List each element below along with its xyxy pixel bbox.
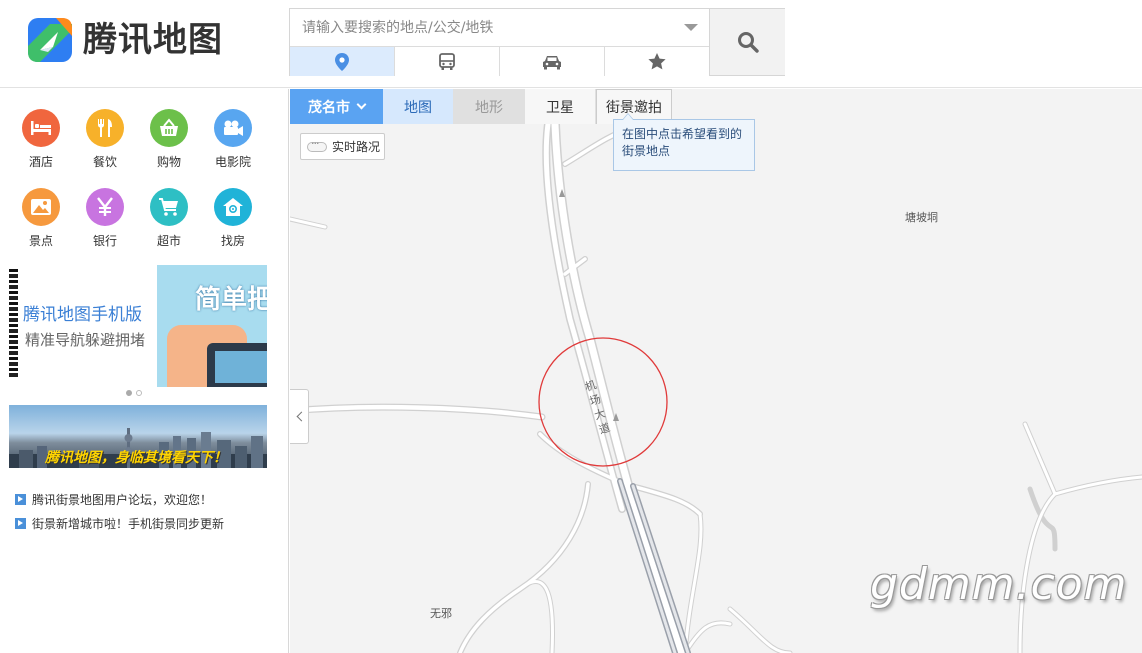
- category-label: 景点: [28, 234, 53, 248]
- bus-icon: [439, 52, 455, 70]
- category-label: 餐饮: [92, 155, 117, 169]
- tab-terrain-layer[interactable]: 地形: [454, 89, 525, 124]
- search-icon: [737, 32, 759, 53]
- news-item[interactable]: 腾讯街景地图用户论坛，欢迎您！: [15, 487, 224, 511]
- realtime-traffic-button[interactable]: 实时路况: [300, 133, 385, 160]
- mountain-icon: [22, 188, 60, 226]
- category-housing[interactable]: 找房: [201, 188, 265, 249]
- play-bullet-icon: [15, 517, 26, 529]
- shopping-cart-icon: [150, 188, 188, 226]
- carousel-dot[interactable]: [136, 390, 142, 396]
- carousel-dots: [126, 390, 142, 396]
- promo-text: 腾讯地图，身临其境看天下！: [45, 450, 227, 466]
- category-bank[interactable]: 银行: [73, 188, 137, 249]
- banner-illustration: 简单把: [157, 265, 267, 387]
- traffic-label: 实时路况: [332, 140, 381, 154]
- category-label: 银行: [92, 234, 117, 248]
- location-pin-icon: [335, 52, 349, 71]
- tab-drive[interactable]: [500, 47, 605, 76]
- sidebar: 酒店 餐饮 购物 电影院 景点 银行 超市 找房 腾讯地图手机版 精准导航躲避拥…: [0, 89, 289, 653]
- category-hotel[interactable]: 酒店: [9, 109, 73, 170]
- logo-text: 腾讯地图: [83, 20, 223, 60]
- news-text: 街景新增城市啦！手机街景同步更新: [32, 516, 225, 531]
- qr-code: [9, 269, 18, 379]
- logo[interactable]: 腾讯地图: [26, 16, 223, 64]
- car-icon: [543, 55, 561, 69]
- category-shopping[interactable]: 购物: [137, 109, 201, 170]
- category-food[interactable]: 餐饮: [73, 109, 137, 170]
- chevron-left-icon: [296, 411, 306, 422]
- hotel-bed-icon: [22, 109, 60, 147]
- map-canvas[interactable]: 茂名市 地图 地形 卫星 街景邀拍 在图中点击希望看到的街景地点 实时路况 塘坡…: [290, 89, 1142, 653]
- category-label: 酒店: [28, 155, 53, 169]
- place-label-wuxie[interactable]: 无邪: [430, 605, 452, 621]
- place-label-tangpodong[interactable]: 塘坡垌: [905, 209, 938, 225]
- tab-satellite-layer[interactable]: 卫星: [525, 89, 596, 124]
- mobile-app-banner[interactable]: 腾讯地图手机版 精准导航躲避拥堵 简单把: [9, 265, 267, 387]
- news-text: 腾讯街景地图用户论坛，欢迎您！: [32, 492, 213, 507]
- search-mode-tabs: [290, 47, 709, 76]
- category-grid: 酒店 餐饮 购物 电影院 景点 银行 超市 找房: [9, 109, 265, 249]
- fork-knife-icon: [86, 109, 124, 147]
- star-icon: [648, 53, 666, 70]
- search-box: [289, 8, 785, 76]
- traffic-toggle-icon: [307, 137, 327, 152]
- phone-screen: [215, 351, 267, 383]
- watermark: gdmm.com: [870, 559, 1128, 610]
- category-cinema[interactable]: 电影院: [201, 109, 265, 170]
- tab-map-layer[interactable]: 地图: [383, 89, 454, 124]
- category-scenic[interactable]: 景点: [9, 188, 73, 249]
- city-selector[interactable]: 茂名市: [290, 89, 383, 124]
- collapse-sidebar-button[interactable]: [290, 389, 309, 444]
- banner-subtitle: 精准导航躲避拥堵: [25, 331, 146, 349]
- category-supermarket[interactable]: 超市: [137, 188, 201, 249]
- yen-icon: [86, 188, 124, 226]
- news-item[interactable]: 街景新增城市啦！手机街景同步更新: [15, 511, 224, 535]
- tab-place[interactable]: [290, 47, 395, 76]
- search-button[interactable]: [709, 9, 785, 75]
- chevron-down-icon: [356, 99, 367, 110]
- play-bullet-icon: [15, 493, 26, 505]
- city-name: 茂名市: [308, 99, 350, 116]
- category-label: 购物: [156, 155, 181, 169]
- app-root: 腾讯地图 请输入要搜索的地点/公交/地铁 酒店 餐饮 购物 电影院 景点 银行 …: [0, 0, 1142, 653]
- dropdown-arrow-icon[interactable]: [684, 24, 698, 31]
- tencent-map-logo-icon: [28, 18, 72, 62]
- category-label: 找房: [220, 234, 245, 248]
- street-view-promo[interactable]: 腾讯地图，身临其境看天下！: [9, 405, 267, 468]
- category-label: 超市: [156, 234, 181, 248]
- carousel-dot[interactable]: [126, 390, 132, 396]
- header: 腾讯地图: [0, 0, 1142, 88]
- category-label: 电影院: [214, 155, 251, 169]
- search-input-row: [290, 9, 709, 47]
- street-view-tooltip: 在图中点击希望看到的街景地点: [613, 113, 755, 171]
- movie-camera-icon: [214, 109, 252, 147]
- banner-title: 腾讯地图手机版: [23, 305, 142, 325]
- tab-favorites[interactable]: [605, 47, 709, 76]
- search-input[interactable]: [290, 9, 680, 46]
- news-list: 腾讯街景地图用户论坛，欢迎您！ 街景新增城市啦！手机街景同步更新: [15, 487, 224, 535]
- banner-art-text: 简单把: [195, 285, 267, 315]
- house-icon: [214, 188, 252, 226]
- tab-bus[interactable]: [395, 47, 500, 76]
- shopping-basket-icon: [150, 109, 188, 147]
